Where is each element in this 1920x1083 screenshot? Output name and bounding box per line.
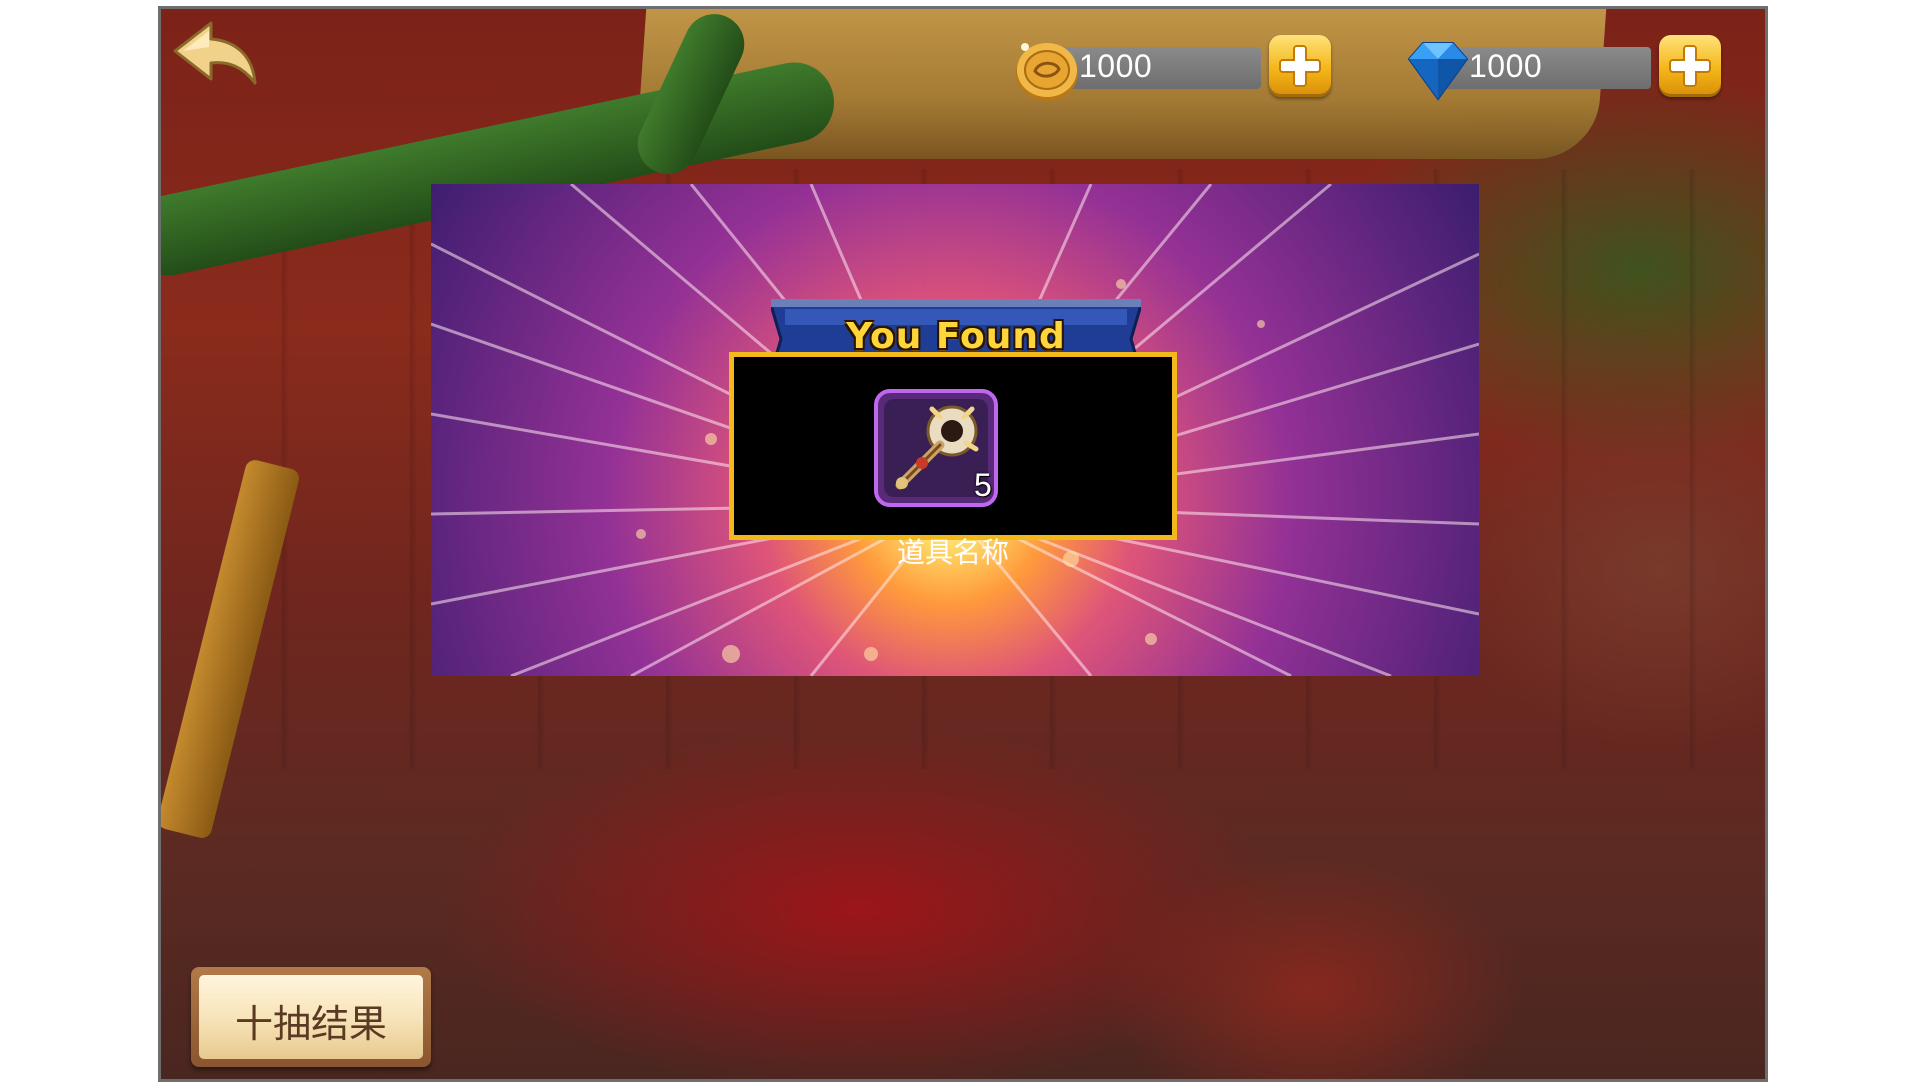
coin-icon	[1016, 43, 1078, 101]
item-name: 道具名称	[896, 536, 1009, 569]
coin-value: 1000	[1079, 48, 1153, 84]
gem-value: 1000	[1469, 48, 1543, 84]
back-button[interactable]	[171, 17, 261, 89]
coin-currency: 1000	[1011, 35, 1356, 101]
plus-icon	[1279, 45, 1321, 87]
ten-draw-results-button[interactable]: 十抽结果	[191, 967, 431, 1067]
back-arrow-icon	[173, 21, 257, 85]
add-coin-button[interactable]	[1269, 35, 1331, 97]
ten-draw-button-face: 十抽结果	[199, 975, 423, 1059]
reward-popup: You Found 5 道具名称	[431, 184, 1479, 676]
gem-currency: 1000	[1401, 35, 1746, 101]
diamond-icon	[1407, 42, 1469, 101]
item-quantity: 5	[974, 467, 992, 503]
ten-draw-button-label: 十抽结果	[234, 1002, 387, 1046]
reward-item-box: 5 道具名称	[729, 352, 1177, 569]
game-viewport: 1000 1000 You Found 5 道具名称 十抽结果	[158, 6, 1768, 1082]
game-screen: 1000 1000 You Found 5 道具名称 十抽结果	[0, 0, 1920, 1083]
you-found-text: You Found	[846, 316, 1066, 357]
plus-icon	[1669, 45, 1711, 87]
add-gem-button[interactable]	[1659, 35, 1721, 97]
